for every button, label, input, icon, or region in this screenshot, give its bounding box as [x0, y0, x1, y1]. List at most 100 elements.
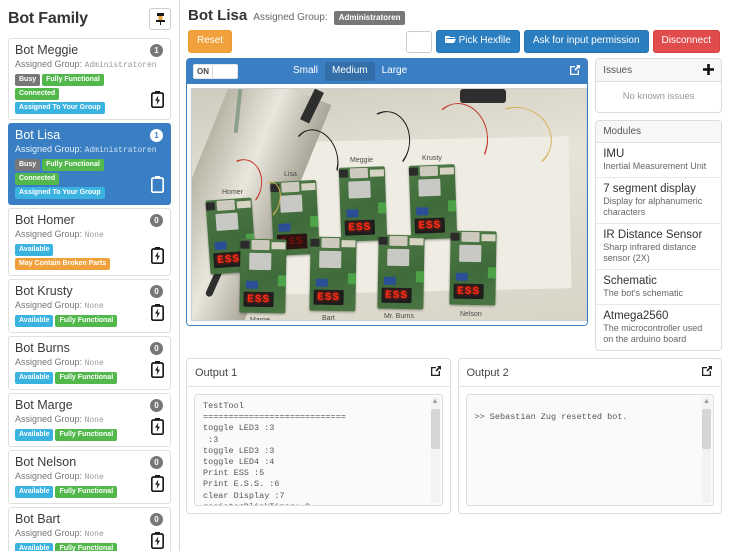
console-scrollbar-thumb[interactable] [702, 409, 711, 449]
board-header [341, 240, 355, 247]
hexfile-input[interactable] [406, 31, 432, 53]
video-size-large[interactable]: Large [375, 62, 415, 81]
video-popout-button[interactable] [569, 64, 581, 79]
board-seven-segment-display: ESS [243, 292, 273, 308]
bot-group-label: Assigned Group: [15, 414, 82, 424]
video-size-medium[interactable]: Medium [325, 62, 375, 81]
modules-title: Modules [603, 126, 641, 137]
reset-button[interactable]: Reset [188, 30, 232, 53]
board-usb-port [420, 166, 438, 177]
module-item-atmega2560[interactable]: Atmega2560The microcontroller used on th… [596, 305, 721, 350]
bot-group-line: Assigned Group: None [15, 356, 164, 370]
bot-group-label: Assigned Group: [15, 229, 82, 239]
bot-group-line: Assigned Group: None [15, 228, 164, 242]
plus-icon [703, 64, 714, 75]
bot-tag: Available [15, 429, 53, 441]
output-console[interactable]: >> Sebastian Zug resetted bot.▲ [466, 394, 715, 506]
board-chip [418, 179, 441, 197]
module-desc: The microcontroller used on the arduino … [603, 323, 714, 345]
page-title: Bot Lisa [188, 7, 247, 24]
pin-icon [156, 13, 165, 25]
module-item-7-segment-display[interactable]: 7 segment displayDisplay for alphanumeri… [596, 178, 721, 224]
camera-board-label: Mr. Burns [384, 313, 414, 320]
output-popout-button[interactable] [430, 365, 442, 380]
folder-open-icon [445, 35, 456, 44]
bot-camera-image[interactable]: ESSHomerESSLisaESSMeggieESSKrustyESSMarg… [191, 88, 587, 321]
bot-tags: AvailableFully Functional [15, 315, 143, 327]
board-chip [249, 253, 271, 270]
module-item-imu[interactable]: IMUInertial Measurement Unit [596, 143, 721, 178]
board-chip [459, 245, 481, 262]
bot-card-bot-burns[interactable]: Bot BurnsAssigned Group: None AvailableFu… [8, 336, 171, 390]
right-column: Issues No known issues Modules [595, 58, 722, 351]
bot-count-badge: 0 [150, 285, 163, 298]
board-chip [387, 249, 409, 266]
battery-charging-icon [151, 247, 164, 264]
outputs-row: Output 1TestTool =======================… [186, 358, 722, 514]
bot-battery [151, 91, 164, 111]
bot-battery [151, 304, 164, 324]
bot-tags: AvailableFully Functional [15, 372, 143, 384]
pin-sidebar-button[interactable] [149, 8, 171, 30]
bot-group-value: Administratoren [85, 146, 157, 155]
output-popout-button[interactable] [701, 365, 713, 380]
output-console[interactable]: TestTool ============================ to… [194, 394, 443, 506]
board-potentiometer [346, 209, 358, 217]
bot-group-label: Assigned Group: [15, 59, 82, 69]
bot-tag: Fully Functional [55, 315, 117, 327]
board-power-jack [378, 237, 387, 245]
add-issue-button[interactable] [703, 64, 714, 76]
board-potentiometer [246, 281, 258, 289]
bot-count-badge: 0 [150, 214, 163, 227]
module-item-ir-distance-sensor[interactable]: IR Distance SensorSharp infrared distanc… [596, 224, 721, 270]
bot-tag: Fully Functional [42, 74, 104, 86]
video-size-small[interactable]: Small [286, 62, 325, 81]
bot-tag: Connected [15, 88, 59, 100]
issues-title: Issues [603, 65, 632, 76]
camera-board: ESS [449, 231, 496, 306]
console-scroll-up-arrow[interactable]: ▲ [703, 398, 710, 405]
video-on-toggle[interactable]: ON [193, 64, 238, 79]
bot-name: Bot Krusty [15, 284, 164, 299]
disconnect-button[interactable]: Disconnect [653, 30, 720, 53]
scene-dark-box [460, 89, 506, 103]
bot-card-bot-krusty[interactable]: Bot KrustyAssigned Group: NoneAvailableF… [8, 279, 171, 333]
video-toggle-knob [212, 65, 237, 78]
modules-panel-header: Modules [596, 121, 721, 143]
board-potentiometer [278, 223, 290, 232]
ask-input-permission-button[interactable]: Ask for input permission [524, 30, 649, 53]
bot-name: Bot Burns [15, 341, 164, 356]
bot-tag: Busy [15, 159, 40, 171]
modules-list: IMUInertial Measurement Unit7 segment di… [596, 143, 721, 350]
video-panel-header: ON SmallMediumLarge [187, 59, 587, 84]
bot-name: Bot Homer [15, 213, 164, 228]
assigned-group-chip: Administratoren [334, 11, 406, 25]
bot-card-bot-bart[interactable]: Bot BartAssigned Group: NoneAvailableFul… [8, 507, 171, 551]
bot-name: Bot Nelson [15, 455, 164, 470]
board-usb-port [321, 238, 339, 248]
bot-group-value: None [85, 530, 104, 539]
bot-card-bot-meggie[interactable]: Bot MeggieAssigned Group: Administratore… [8, 38, 171, 120]
bot-tag: Fully Functional [55, 372, 117, 384]
issues-empty-text: No known issues [596, 82, 721, 112]
pick-hexfile-button[interactable]: Pick Hexfile [436, 30, 520, 53]
bot-card-bot-homer[interactable]: Bot HomerAssigned Group: NoneAvailableMa… [8, 208, 171, 276]
external-link-icon [569, 64, 581, 76]
output-text: >> Sebastian Zug resetted bot. [475, 401, 706, 423]
board-chip [215, 212, 238, 230]
board-green-connector [278, 275, 286, 286]
console-scrollbar-thumb[interactable] [431, 409, 440, 449]
bot-card-bot-nelson[interactable]: Bot NelsonAssigned Group: NoneAvailableF… [8, 450, 171, 504]
board-header [271, 242, 285, 249]
bot-card-bot-lisa[interactable]: Bot LisaAssigned Group: AdministratorenB… [8, 123, 171, 205]
bot-group-line: Assigned Group: Administratoren [15, 143, 164, 157]
bot-group-line: Assigned Group: None [15, 413, 164, 427]
console-scroll-up-arrow[interactable]: ▲ [432, 398, 439, 405]
module-item-schematic[interactable]: SchematicThe bot's schematic [596, 270, 721, 305]
board-green-connector [416, 271, 424, 282]
bot-group-value: None [85, 473, 104, 482]
bot-tags: AvailableFully Functional [15, 543, 143, 551]
camera-board-label: Bart [322, 315, 335, 321]
bot-battery [151, 361, 164, 381]
bot-card-bot-marge[interactable]: Bot MargeAssigned Group: NoneAvailableFu… [8, 393, 171, 447]
